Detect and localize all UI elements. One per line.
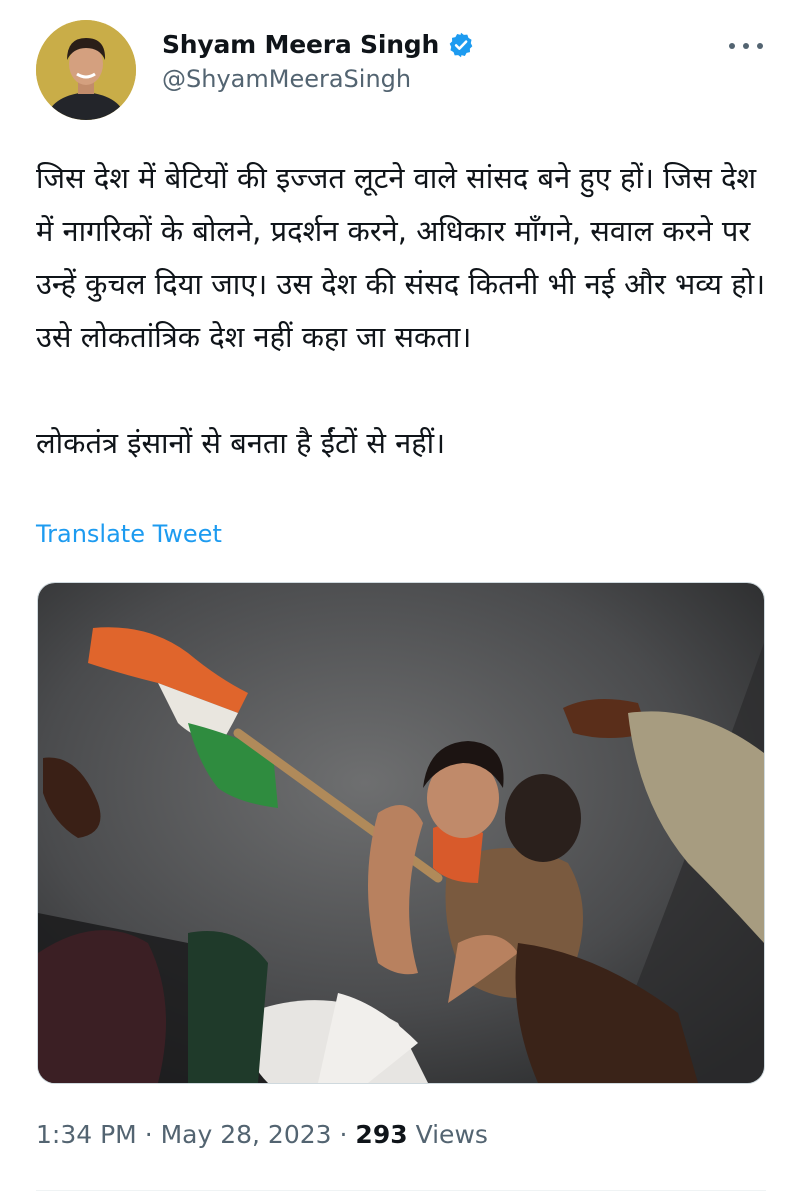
author-display-name[interactable]: Shyam Meera Singh <box>162 30 439 59</box>
tweet-header: Shyam Meera Singh @ShyamMeeraSingh <box>36 20 766 130</box>
tweet-photo[interactable] <box>37 582 765 1084</box>
tweet-body: जिस देश में बेटियों की इज्जत लूटने वाले … <box>36 152 766 470</box>
avatar[interactable] <box>36 20 136 120</box>
more-options-icon[interactable] <box>726 36 766 56</box>
meta-separator: · <box>144 1120 153 1149</box>
verified-badge-icon <box>449 32 473 57</box>
tweet-paragraph: लोकतंत्र इंसानों से बनता है ईंटों से नही… <box>36 426 446 460</box>
tweet-time[interactable]: 1:34 PM <box>36 1120 137 1149</box>
translate-tweet-link[interactable]: Translate Tweet <box>36 520 222 548</box>
views-count[interactable]: 293 <box>355 1120 407 1149</box>
author-handle[interactable]: @ShyamMeeraSingh <box>162 65 475 93</box>
divider <box>36 1190 766 1191</box>
tweet-paragraph: जिस देश में बेटियों की इज्जत लूटने वाले … <box>36 161 766 354</box>
tweet-date[interactable]: May 28, 2023 <box>161 1120 332 1149</box>
avatar-image <box>36 20 136 120</box>
protest-photo <box>38 583 764 1083</box>
views-label: Views <box>415 1120 488 1149</box>
meta-separator: · <box>339 1120 348 1149</box>
tweet-meta: 1:34 PM · May 28, 2023 · 293 Views <box>36 1120 488 1149</box>
